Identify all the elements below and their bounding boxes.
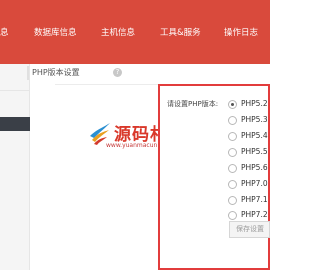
radio-label: PHP5.3 <box>241 115 268 124</box>
radio-unchecked-icon <box>228 132 237 141</box>
radio-label: PHP5.4 <box>241 131 268 140</box>
section-title: PHP版本设置 <box>32 68 80 77</box>
radio-unchecked-icon <box>228 164 237 173</box>
sidebar-divider <box>0 90 30 91</box>
radio-label: PHP5.6 <box>241 163 268 172</box>
radio-unchecked-icon <box>228 116 237 125</box>
radio-label: PHP5.2 <box>241 99 268 108</box>
radio-unchecked-icon <box>228 211 237 220</box>
php-version-panel <box>158 84 270 270</box>
sidebar <box>0 64 30 270</box>
radio-unchecked-icon <box>228 148 237 157</box>
help-icon[interactable]: ? <box>113 68 122 77</box>
radio-label: PHP5.5 <box>241 147 268 156</box>
php-version-label: 请设置PHP版本: <box>167 100 219 108</box>
nav-item-tools-services[interactable]: 工具&服务 <box>160 26 201 40</box>
radio-unchecked-icon <box>228 196 237 205</box>
radio-label: PHP7.1 <box>241 195 268 204</box>
nav-item-host-info[interactable]: 主机信息 <box>101 26 135 40</box>
radio-label: PHP7.2 <box>241 210 268 219</box>
watermark: 源码村 www.yuanmacun.com <box>88 118 172 154</box>
radio-checked-icon <box>228 100 237 109</box>
radio-label: PHP7.0 <box>241 179 268 188</box>
nav-item-operation-log[interactable]: 操作日志 <box>224 26 258 40</box>
nav-item-info[interactable]: 息 <box>0 26 9 40</box>
save-settings-button[interactable]: 保存设置 <box>229 221 270 238</box>
nav-item-database-info[interactable]: 数据库信息 <box>34 26 77 40</box>
top-navigation-bar: 息 数据库信息 主机信息 工具&服务 操作日志 <box>0 0 270 64</box>
section-title-marker <box>27 66 29 80</box>
radio-unchecked-icon <box>228 180 237 189</box>
sidebar-item-active[interactable] <box>0 117 30 131</box>
